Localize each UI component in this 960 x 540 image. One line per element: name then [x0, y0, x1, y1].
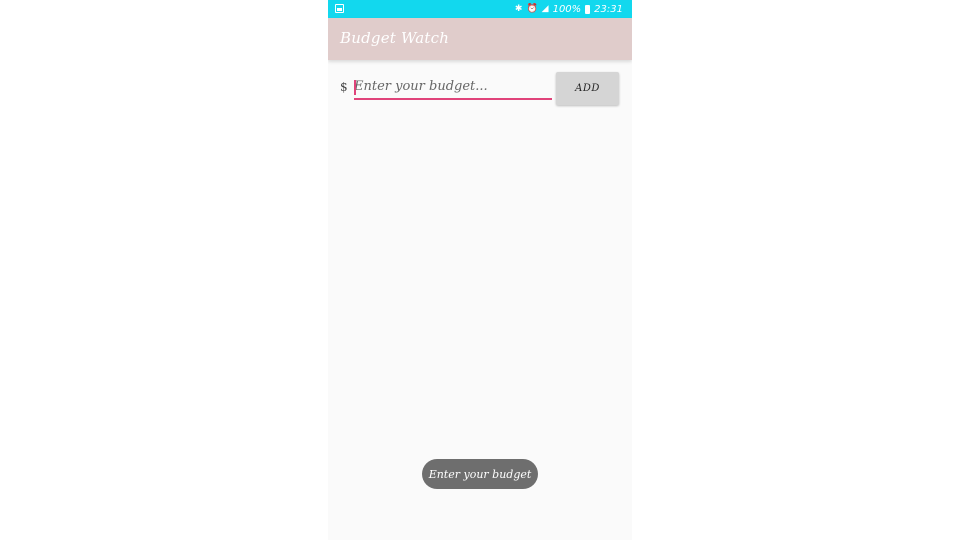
- app-screen: ✱ ⏰ ◢ 100% 23:31 Budget Watch $ ADD Ente…: [328, 0, 632, 540]
- image-notification-icon: [335, 4, 344, 13]
- alarm-icon: ⏰: [526, 4, 538, 14]
- bluetooth-icon: ✱: [514, 4, 523, 14]
- toast-message: Enter your budget: [422, 459, 538, 489]
- currency-symbol: $: [340, 80, 348, 94]
- app-title: Budget Watch: [340, 29, 450, 47]
- battery-percent: 100%: [552, 3, 582, 15]
- status-icons: ✱ ⏰ ◢ 100% 23:31: [515, 2, 623, 16]
- text-cursor: [354, 80, 356, 95]
- signal-icon: ◢: [541, 4, 549, 14]
- app-bar: Budget Watch: [328, 18, 632, 60]
- add-button[interactable]: ADD: [556, 72, 619, 105]
- status-time: 23:31: [594, 3, 623, 15]
- budget-input[interactable]: [354, 76, 552, 100]
- status-bar: ✱ ⏰ ◢ 100% 23:31: [328, 0, 632, 18]
- battery-icon: [585, 4, 591, 14]
